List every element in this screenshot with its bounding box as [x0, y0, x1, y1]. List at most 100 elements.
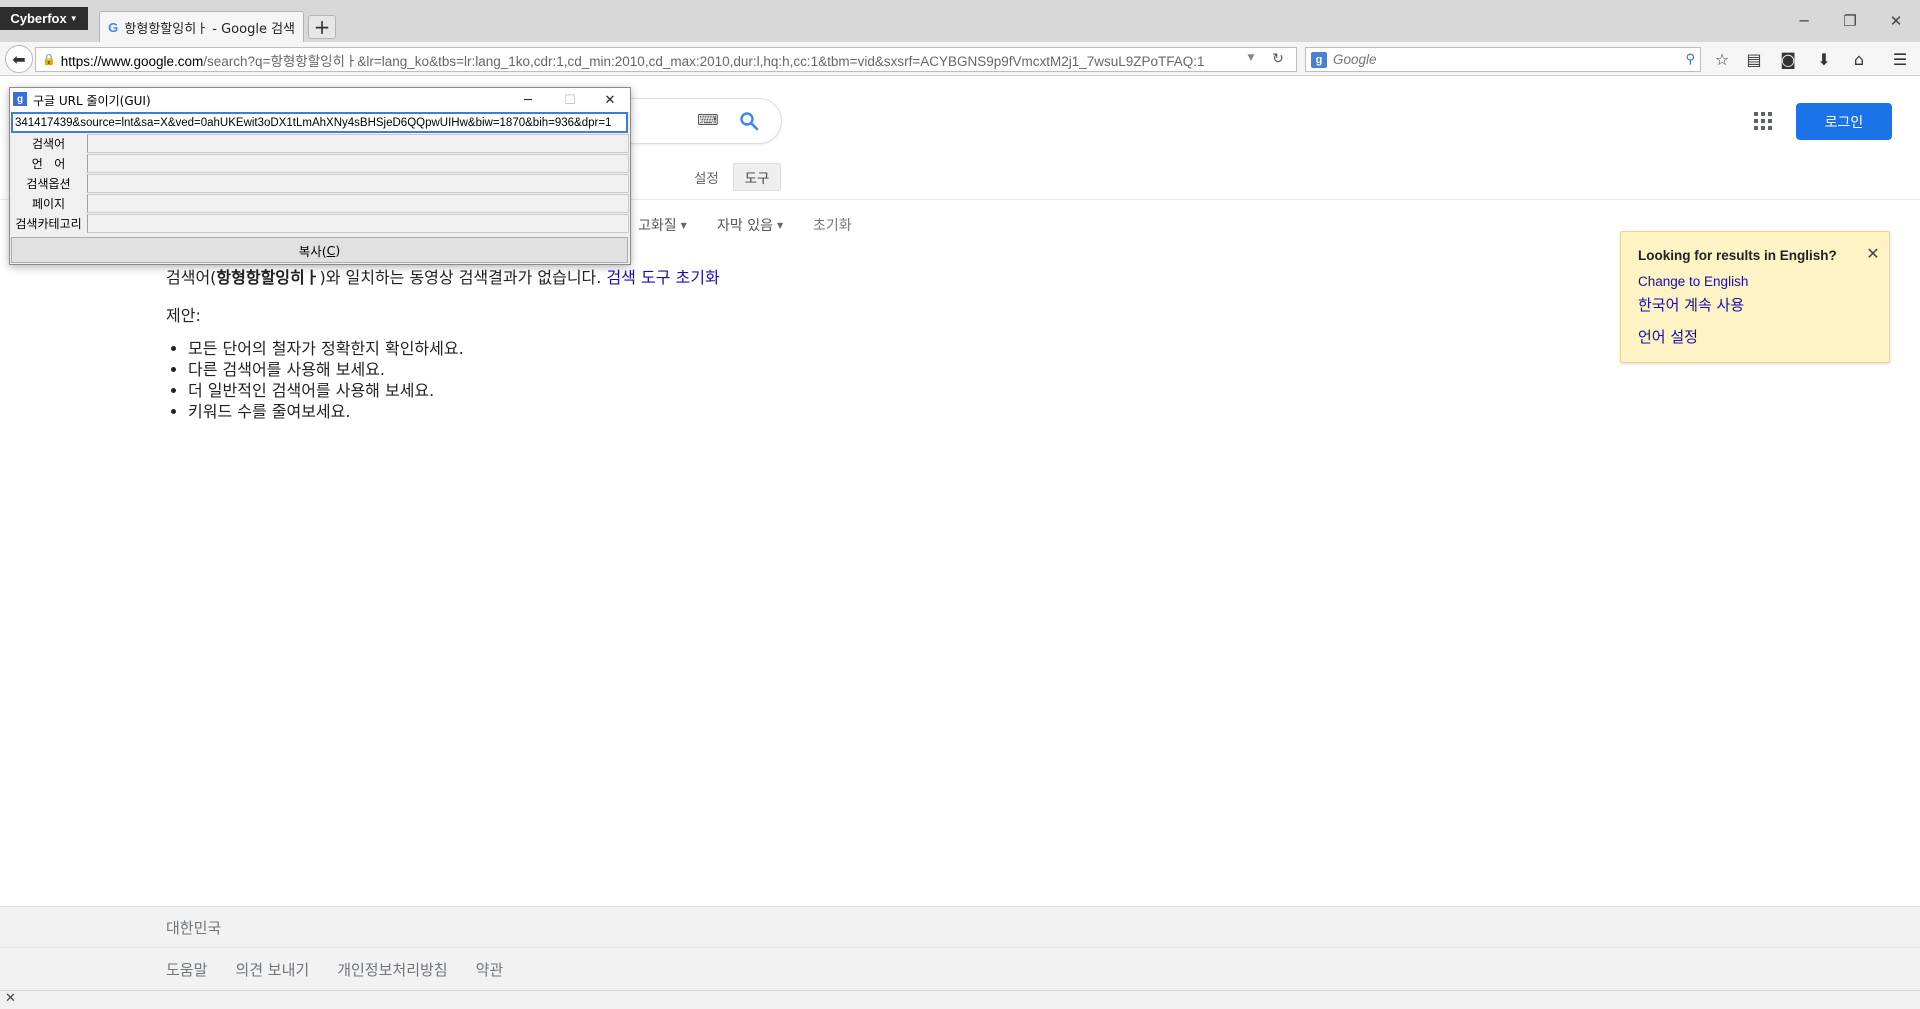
- no-results-message: 검색어(항형항할잉히ㅏ)와 일치하는 동영상 검색결과가 없습니다. 검색 도구…: [166, 264, 720, 288]
- search-go-icon[interactable]: ⚲: [1685, 52, 1695, 67]
- minimize-icon: ─: [524, 92, 532, 108]
- keyboard-icon[interactable]: ⌨: [697, 111, 719, 129]
- close-icon[interactable]: ✕: [1864, 244, 1882, 263]
- url-input[interactable]: [11, 112, 628, 133]
- copy-label-suffix: ): [335, 242, 341, 258]
- close-icon: ✕: [604, 92, 616, 108]
- language-suggestion-popup: Looking for results in English? ✕ Change…: [1620, 231, 1890, 363]
- gui-row-label: 검색옵션: [26, 177, 71, 191]
- tab-title: 항형항할잉히ㅏ - Google 검색: [124, 21, 295, 37]
- footer-link-feedback[interactable]: 의견 보내기: [235, 959, 309, 980]
- gui-row-label: 검색어: [31, 137, 66, 151]
- filter-quality-label: 고화질: [638, 218, 677, 234]
- popup-title: Looking for results in English?: [1638, 248, 1837, 263]
- footer-link-terms[interactable]: 약관: [476, 959, 504, 980]
- suggestion-item: 다른 검색어를 사용해 보세요.: [188, 359, 464, 380]
- gui-row-value[interactable]: [87, 174, 629, 193]
- tools-button[interactable]: 도구: [733, 163, 781, 191]
- restore-icon: ❐: [1843, 12, 1857, 30]
- gui-maximize-button[interactable]: ☐: [550, 88, 590, 112]
- pocket-button[interactable]: ◙: [1774, 46, 1802, 72]
- copy-label-prefix: 복사(: [298, 243, 327, 259]
- back-arrow-icon: ⬅: [12, 49, 26, 69]
- app-menu-button[interactable]: Cyberfox ▼: [0, 7, 88, 30]
- gui-row-value[interactable]: [87, 194, 629, 213]
- maximize-icon: ☐: [564, 92, 576, 108]
- url-shortener-titlebar[interactable]: g 구글 URL 줄이기(GUI) ─ ☐ ✕: [10, 88, 630, 112]
- new-tab-button[interactable]: +: [308, 15, 336, 39]
- bookmark-star-button[interactable]: ☆: [1708, 46, 1736, 72]
- filter-quality-dropdown[interactable]: 고화질 ▼: [638, 215, 687, 235]
- suggestion-item: 키워드 수를 줄여보세요.: [188, 401, 464, 422]
- downloads-button[interactable]: ⬇: [1810, 46, 1838, 72]
- reload-button[interactable]: ↻: [1265, 48, 1291, 70]
- hamburger-icon: ☰: [1892, 49, 1908, 69]
- copy-button[interactable]: 복사(C): [11, 237, 628, 263]
- gui-row-category: 검색카테고리: [11, 214, 629, 233]
- close-window-button[interactable]: ✕: [1878, 8, 1914, 34]
- gui-row-label: 검색카테고리: [15, 217, 82, 231]
- reading-list-button[interactable]: ▤: [1740, 46, 1768, 72]
- settings-link[interactable]: 설정: [694, 167, 719, 187]
- gui-row-value[interactable]: [87, 214, 629, 233]
- no-results-suffix: )와 일치하는 동영상 검색결과가 없습니다.: [319, 268, 607, 287]
- reload-icon: ↻: [1272, 51, 1284, 67]
- suggestion-item: 모든 단어의 철자가 정확한지 확인하세요.: [188, 338, 464, 359]
- filter-reset-link[interactable]: 초기화: [813, 215, 852, 235]
- gui-row-language: 언 어: [11, 154, 629, 173]
- star-icon: ☆: [1714, 49, 1730, 69]
- change-to-english-link[interactable]: Change to English: [1638, 274, 1748, 289]
- footer-links: 도움말 의견 보내기 개인정보처리방침 약관: [166, 959, 503, 980]
- gui-row-value[interactable]: [87, 134, 629, 153]
- footer-link-privacy[interactable]: 개인정보처리방침: [337, 959, 447, 980]
- login-button[interactable]: 로그인: [1796, 103, 1892, 140]
- keep-korean-link[interactable]: 한국어 계속 사용: [1638, 294, 1744, 315]
- chevron-down-icon: ▼: [69, 14, 78, 23]
- copy-label-key: C: [326, 242, 336, 258]
- gui-row-value[interactable]: [87, 154, 629, 173]
- gui-minimize-button[interactable]: ─: [508, 88, 548, 112]
- url-shortener-window: g 구글 URL 줄이기(GUI) ─ ☐ ✕ 검색어 언 어 검색옵션 페이지…: [9, 87, 631, 265]
- lock-icon: 🔒: [42, 54, 56, 66]
- hamburger-menu-button[interactable]: ☰: [1886, 46, 1914, 72]
- language-settings-link[interactable]: 언어 설정: [1638, 326, 1698, 347]
- close-icon[interactable]: ✕: [5, 991, 16, 1006]
- back-button[interactable]: ⬅: [5, 45, 33, 73]
- minimize-window-button[interactable]: ─: [1786, 8, 1822, 34]
- url-host: https://www.google.com: [60, 53, 204, 69]
- browser-search-bar[interactable]: g ⚲: [1305, 47, 1701, 72]
- search-icon[interactable]: [736, 108, 762, 134]
- no-results-query: 항형항할잉히ㅏ: [216, 268, 320, 287]
- url-bar[interactable]: 🔒 https://www.google.com/search?q=항형항할잉히…: [35, 47, 1297, 72]
- gui-row-options: 검색옵션: [11, 174, 629, 193]
- chevron-down-icon: ▼: [680, 220, 687, 230]
- url-history-dropdown[interactable]: ▼: [1243, 48, 1259, 68]
- browser-search-input[interactable]: [1333, 52, 1680, 67]
- gui-close-button[interactable]: ✕: [590, 88, 630, 112]
- filter-subtitles-dropdown[interactable]: 자막 있음 ▼: [717, 215, 783, 235]
- reset-search-tools-link[interactable]: 검색 도구 초기화: [606, 268, 719, 287]
- suggestions-heading: 제안:: [166, 306, 201, 325]
- browser-tab[interactable]: G 항형항할잉히ㅏ - Google 검색: [99, 11, 304, 42]
- close-icon: ✕: [1889, 12, 1903, 30]
- gui-row-label: 페이지: [31, 197, 66, 211]
- minimize-icon: ─: [1799, 12, 1809, 30]
- suggestions-list: 모든 단어의 철자가 정확한지 확인하세요. 다른 검색어를 사용해 보세요. …: [188, 338, 464, 422]
- google-favicon-icon: G: [108, 19, 119, 35]
- app-icon: g: [13, 92, 27, 106]
- chevron-down-icon: ▼: [776, 220, 784, 230]
- filter-reset-label: 초기화: [813, 218, 852, 234]
- gui-row-label: 언 어: [31, 157, 66, 171]
- google-search-engine-icon: g: [1311, 51, 1327, 68]
- home-button[interactable]: ⌂: [1845, 46, 1873, 72]
- google-apps-grid-icon[interactable]: [1752, 110, 1774, 132]
- home-icon: ⌂: [1853, 49, 1865, 69]
- restore-window-button[interactable]: ❐: [1832, 8, 1868, 34]
- status-bar: ✕: [0, 990, 1920, 1009]
- clipboard-icon: ▤: [1746, 49, 1762, 69]
- url-path: /search?q=항형항할잉히ㅏ&lr=lang_ko&tbs=lr:lang…: [203, 53, 1205, 69]
- download-arrow-icon: ⬇: [1817, 49, 1831, 69]
- footer-link-help[interactable]: 도움말: [166, 959, 207, 980]
- no-results-prefix: 검색어(: [166, 268, 217, 287]
- app-menu-label: Cyberfox: [10, 11, 67, 26]
